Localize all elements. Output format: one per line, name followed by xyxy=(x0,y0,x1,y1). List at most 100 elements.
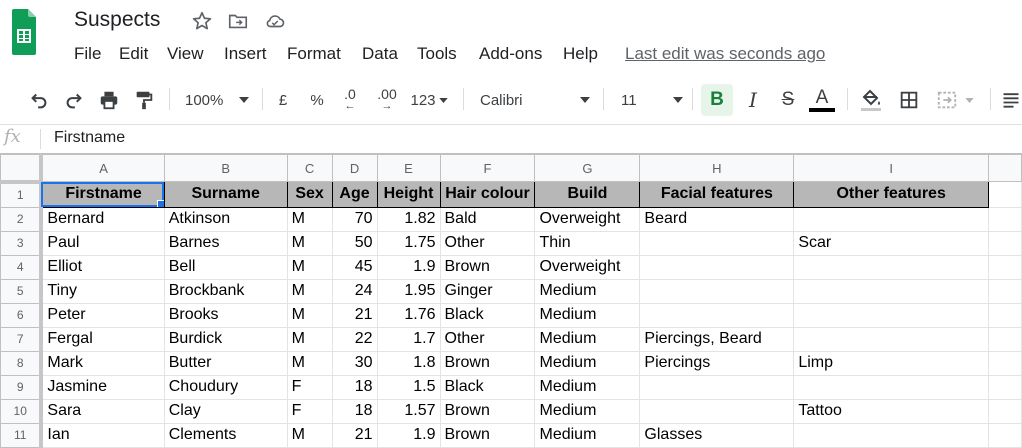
empty-cell[interactable] xyxy=(988,181,1022,208)
menu-help[interactable]: Help xyxy=(563,44,598,64)
empty-cell[interactable] xyxy=(988,374,1022,400)
increase-decimal-button[interactable]: .00 → xyxy=(372,86,402,114)
row-header[interactable]: 3 xyxy=(0,230,44,256)
cell[interactable]: Atkinson xyxy=(163,206,288,232)
cell[interactable]: Medium xyxy=(534,302,641,328)
cell[interactable]: Other xyxy=(439,230,536,256)
column-header-h[interactable]: H xyxy=(639,154,795,182)
cell[interactable]: Scar xyxy=(793,230,990,256)
header-cell[interactable]: Sex xyxy=(286,181,333,208)
header-cell[interactable]: Other features xyxy=(793,181,990,208)
star-icon[interactable] xyxy=(191,10,213,32)
menu-format[interactable]: Format xyxy=(287,44,341,64)
align-icon[interactable] xyxy=(1000,86,1022,114)
row-header[interactable]: 5 xyxy=(0,278,44,304)
cell[interactable]: M xyxy=(286,278,333,304)
cell[interactable]: 50 xyxy=(331,230,378,256)
cell[interactable] xyxy=(793,254,990,280)
cell[interactable]: Overweight xyxy=(534,206,641,232)
header-cell[interactable]: Hair colour xyxy=(439,181,536,208)
row-header[interactable]: 7 xyxy=(0,326,44,352)
cloud-saved-icon[interactable] xyxy=(264,10,286,32)
cell[interactable]: 1.82 xyxy=(376,206,441,232)
cell[interactable]: Ginger xyxy=(439,278,536,304)
cell[interactable]: F xyxy=(286,398,333,424)
formula-input[interactable]: Firstname xyxy=(54,129,125,147)
header-cell[interactable]: Surname xyxy=(163,181,288,208)
cell[interactable]: M xyxy=(286,230,333,256)
cell[interactable]: Thin xyxy=(534,230,641,256)
header-cell[interactable]: Facial features xyxy=(639,181,795,208)
row-header[interactable]: 8 xyxy=(0,350,44,376)
zoom-select[interactable]: 100% xyxy=(185,86,255,114)
cell[interactable]: Medium xyxy=(534,278,641,304)
menu-data[interactable]: Data xyxy=(362,44,398,64)
column-header-i[interactable]: I xyxy=(793,154,990,182)
cell[interactable]: Brockbank xyxy=(163,278,288,304)
cell[interactable] xyxy=(639,278,795,304)
cell[interactable]: Bell xyxy=(163,254,288,280)
cell[interactable]: 1.9 xyxy=(376,254,441,280)
row-header[interactable]: 10 xyxy=(0,398,44,424)
menu-view[interactable]: View xyxy=(167,44,204,64)
cell[interactable]: Fergal xyxy=(40,326,165,352)
merge-cells-icon[interactable] xyxy=(932,86,976,114)
cell[interactable]: 1.75 xyxy=(376,230,441,256)
cell[interactable]: Ian xyxy=(40,422,165,448)
column-header-a[interactable]: A xyxy=(40,154,165,182)
cell[interactable]: Barnes xyxy=(163,230,288,256)
cell[interactable] xyxy=(639,254,795,280)
cell[interactable]: Medium xyxy=(534,422,641,448)
cell[interactable]: Brown xyxy=(439,422,536,448)
cell[interactable]: Glasses xyxy=(639,422,795,448)
empty-cell[interactable] xyxy=(988,230,1022,256)
column-header-f[interactable]: F xyxy=(439,154,536,182)
document-title[interactable]: Suspects xyxy=(74,8,160,32)
cell[interactable]: Brown xyxy=(439,398,536,424)
cell[interactable]: 30 xyxy=(331,350,378,376)
cell[interactable]: Black xyxy=(439,374,536,400)
cell[interactable]: 24 xyxy=(331,278,378,304)
row-header[interactable]: 11 xyxy=(0,422,44,448)
menu-edit[interactable]: Edit xyxy=(119,44,148,64)
cell[interactable]: Burdick xyxy=(163,326,288,352)
cell[interactable]: 70 xyxy=(331,206,378,232)
last-edit-link[interactable]: Last edit was seconds ago xyxy=(625,44,825,64)
row-header[interactable]: 4 xyxy=(0,254,44,280)
cell[interactable]: Mark xyxy=(40,350,165,376)
cell[interactable]: Peter xyxy=(40,302,165,328)
cell[interactable]: M xyxy=(286,254,333,280)
undo-icon[interactable] xyxy=(25,86,53,114)
cell[interactable]: Tattoo xyxy=(793,398,990,424)
column-header-e[interactable]: E xyxy=(376,154,441,182)
cell[interactable]: Brooks xyxy=(163,302,288,328)
cell[interactable]: 18 xyxy=(331,374,378,400)
cell[interactable]: 1.76 xyxy=(376,302,441,328)
header-cell[interactable]: Age xyxy=(331,181,378,208)
text-color-button[interactable]: A xyxy=(808,86,836,114)
cell[interactable]: Bald xyxy=(439,206,536,232)
cell[interactable]: Medium xyxy=(534,326,641,352)
cell[interactable] xyxy=(793,278,990,304)
row-header[interactable]: 2 xyxy=(0,206,44,232)
currency-button[interactable]: £ xyxy=(273,86,293,114)
empty-cell[interactable] xyxy=(988,398,1022,424)
cell[interactable]: Piercings, Beard xyxy=(639,326,795,352)
cell[interactable]: F xyxy=(286,374,333,400)
cell[interactable]: 18 xyxy=(331,398,378,424)
cell[interactable]: M xyxy=(286,422,333,448)
cell[interactable]: M xyxy=(286,302,333,328)
more-formats-select[interactable]: 123 xyxy=(410,86,448,114)
borders-icon[interactable] xyxy=(895,86,923,114)
cell[interactable]: Clements xyxy=(163,422,288,448)
menu-insert[interactable]: Insert xyxy=(224,44,267,64)
cell[interactable] xyxy=(793,326,990,352)
cell[interactable]: M xyxy=(286,206,333,232)
cell[interactable]: 1.57 xyxy=(376,398,441,424)
cell[interactable]: 21 xyxy=(331,422,378,448)
row-header[interactable]: 6 xyxy=(0,302,44,328)
column-header-d[interactable]: D xyxy=(331,154,378,182)
cell[interactable] xyxy=(639,374,795,400)
cell[interactable]: Bernard xyxy=(40,206,165,232)
header-cell[interactable]: Height xyxy=(376,181,441,208)
